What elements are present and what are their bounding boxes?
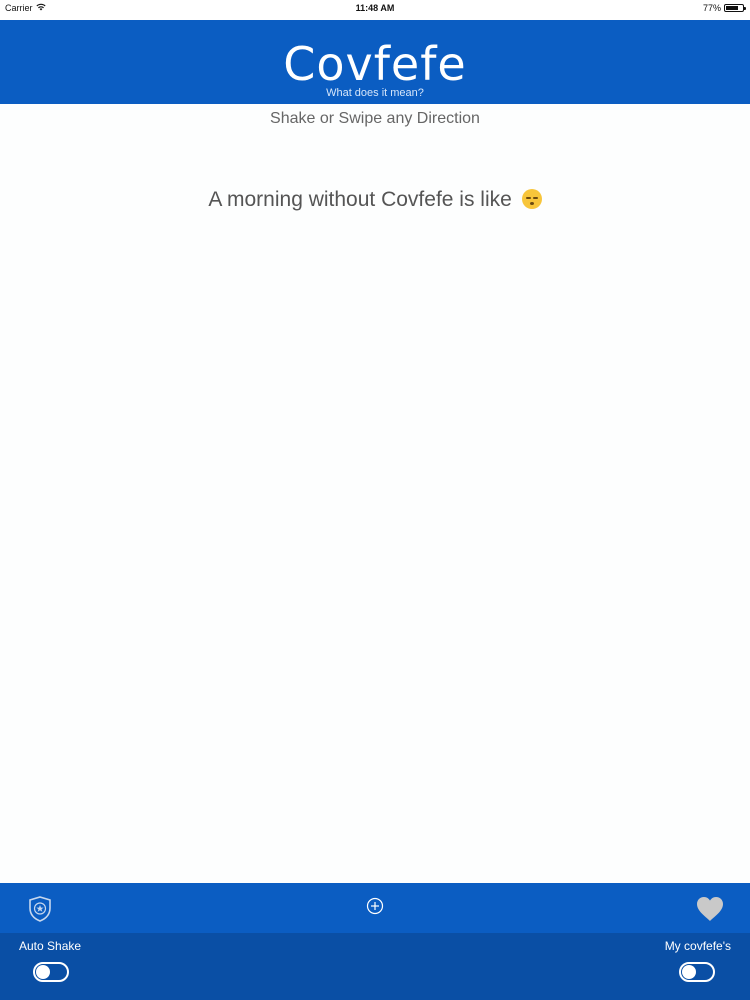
- app-title: Covfefe: [283, 37, 467, 91]
- battery-icon: [724, 4, 746, 12]
- sleeping-face-icon: [521, 189, 542, 209]
- instruction-text: Shake or Swipe any Direction: [270, 110, 480, 127]
- toggle-knob: [682, 965, 696, 979]
- my-covfefes-label: My covfefe's: [664, 939, 731, 953]
- my-covfefes-toggle[interactable]: [679, 962, 715, 982]
- toggle-knob: [36, 965, 50, 979]
- app-screen: Carrier 11:48 AM 77% Covfefe What does i…: [0, 0, 750, 1000]
- battery-percent: 77%: [702, 3, 721, 13]
- quote-text: A morning without Covfefe is like: [208, 188, 512, 211]
- status-time: 11:48 AM: [355, 3, 395, 13]
- auto-shake-label: Auto Shake: [19, 939, 82, 953]
- police-badge-icon[interactable]: [26, 895, 54, 923]
- auto-shake-toggle[interactable]: [33, 962, 69, 982]
- quote-line[interactable]: A morning without Covfefe is like: [0, 188, 750, 212]
- bottom-toolbar: [0, 883, 750, 933]
- heart-icon[interactable]: [695, 895, 725, 923]
- status-right: 77%: [702, 3, 746, 13]
- battery-level: [726, 6, 739, 10]
- app-subtitle: What does it mean?: [326, 87, 424, 99]
- bottom-panel: Auto Shake My covfefe's: [0, 933, 750, 1000]
- add-circle-icon[interactable]: [365, 896, 385, 916]
- status-bar: Carrier 11:48 AM 77%: [0, 0, 750, 20]
- app-header: Covfefe What does it mean?: [0, 20, 750, 104]
